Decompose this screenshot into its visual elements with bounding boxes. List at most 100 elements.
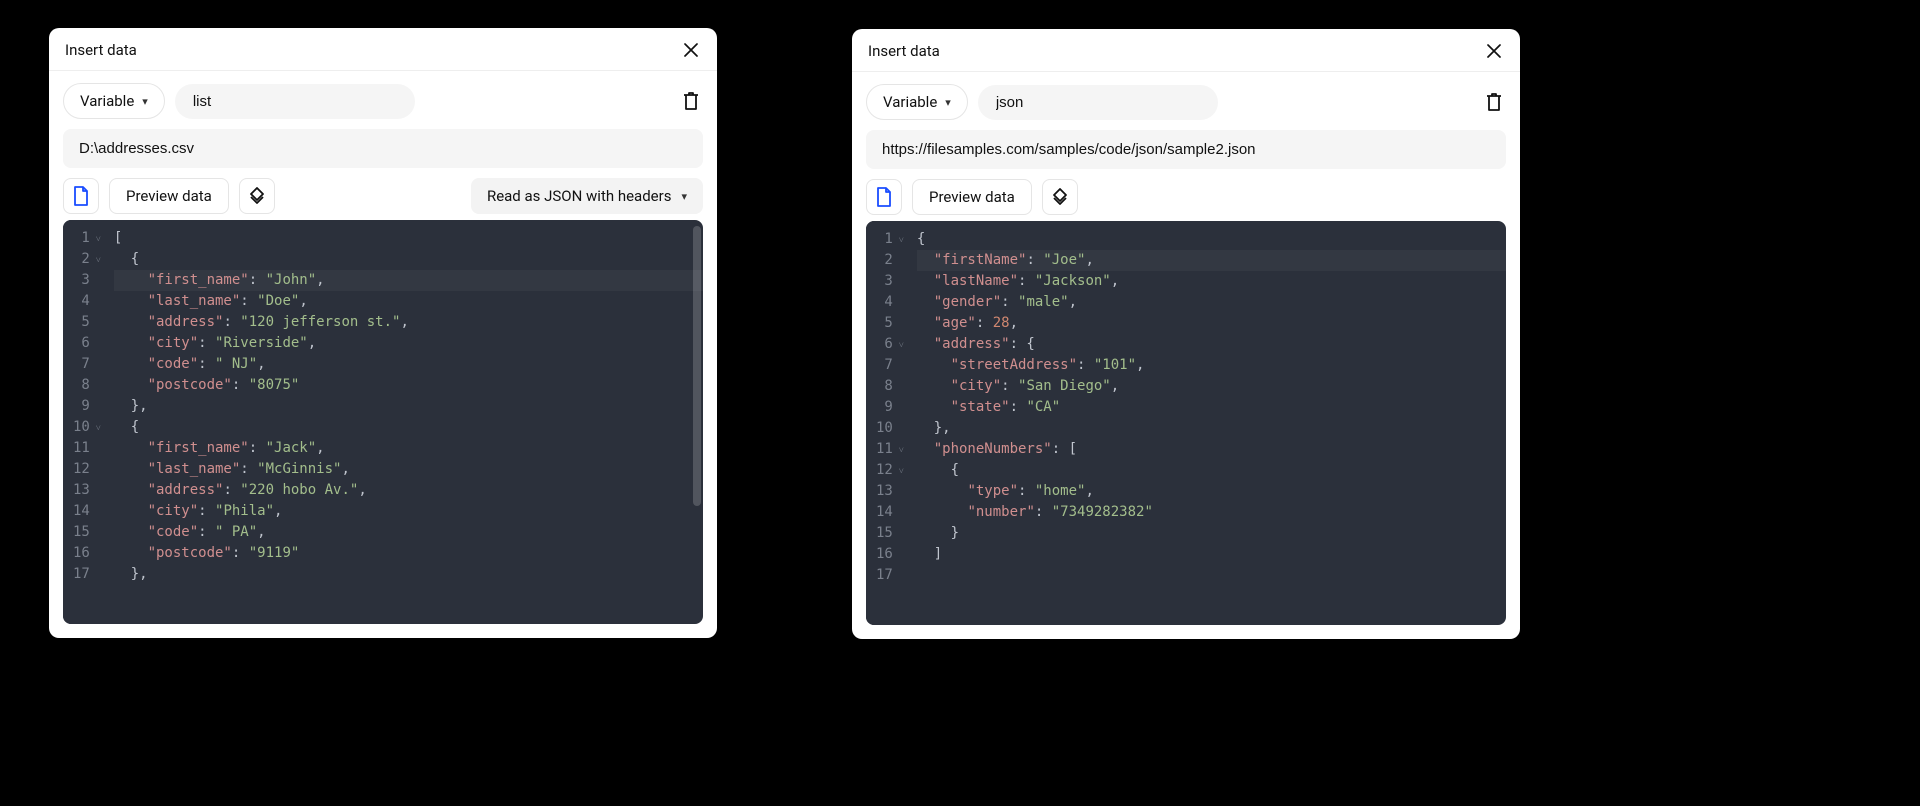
delete-button[interactable] bbox=[1482, 90, 1506, 114]
code-line[interactable]: "address": { bbox=[917, 334, 1506, 355]
code-line[interactable]: "type": "home", bbox=[917, 481, 1506, 502]
options-button[interactable] bbox=[239, 178, 275, 214]
code-line[interactable]: "age": 28, bbox=[917, 313, 1506, 334]
toolbar-row-1: Variable ▾ bbox=[866, 84, 1506, 120]
chevron-down-icon: ▾ bbox=[945, 96, 951, 109]
code-line[interactable]: "gender": "male", bbox=[917, 292, 1506, 313]
code-line[interactable]: { bbox=[114, 249, 703, 270]
code-line[interactable]: "streetAddress": "101", bbox=[917, 355, 1506, 376]
panel-title: Insert data bbox=[65, 41, 137, 59]
line-number: 16 bbox=[876, 544, 893, 565]
file-picker-button[interactable] bbox=[63, 178, 99, 214]
variable-name-input[interactable] bbox=[978, 85, 1218, 120]
code-line[interactable]: }, bbox=[114, 564, 703, 585]
code-line[interactable]: "code": " PA", bbox=[114, 522, 703, 543]
code-line[interactable]: "phoneNumbers": [ bbox=[917, 439, 1506, 460]
toolbar-row-3: Preview data bbox=[866, 179, 1506, 215]
line-number: 6 bbox=[876, 334, 893, 355]
path-input[interactable] bbox=[63, 129, 703, 168]
line-number: 9 bbox=[876, 397, 893, 418]
code-line[interactable]: } bbox=[917, 523, 1506, 544]
options-button[interactable] bbox=[1042, 179, 1078, 215]
variable-name-input[interactable] bbox=[175, 84, 415, 119]
code-line[interactable]: "address": "120 jefferson st.", bbox=[114, 312, 703, 333]
code-line[interactable]: { bbox=[917, 460, 1506, 481]
delete-button[interactable] bbox=[679, 89, 703, 113]
line-number: 7 bbox=[73, 354, 90, 375]
code-line[interactable]: "last_name": "Doe", bbox=[114, 291, 703, 312]
line-number: 13 bbox=[73, 480, 90, 501]
code-line[interactable]: }, bbox=[114, 396, 703, 417]
file-picker-button[interactable] bbox=[866, 179, 902, 215]
code-line[interactable]: "last_name": "McGinnis", bbox=[114, 459, 703, 480]
code-line[interactable]: "city": "San Diego", bbox=[917, 376, 1506, 397]
diamond-stack-icon bbox=[1050, 187, 1070, 207]
line-number: 8 bbox=[876, 376, 893, 397]
code-line[interactable]: "city": "Riverside", bbox=[114, 333, 703, 354]
line-number: 14 bbox=[876, 502, 893, 523]
line-number: 3 bbox=[876, 271, 893, 292]
preview-data-button[interactable]: Preview data bbox=[912, 179, 1032, 215]
trash-icon bbox=[1484, 91, 1504, 113]
read-as-dropdown[interactable]: Read as JSON with headers ▾ bbox=[471, 178, 703, 214]
code-line[interactable]: "code": " NJ", bbox=[114, 354, 703, 375]
line-number: 16 bbox=[73, 543, 90, 564]
file-icon bbox=[72, 186, 90, 206]
line-number: 2 bbox=[73, 249, 90, 270]
insert-data-panel-left: Insert data Variable ▾ Preview data bbox=[49, 28, 717, 638]
code-line[interactable]: "city": "Phila", bbox=[114, 501, 703, 522]
preview-data-button[interactable]: Preview data bbox=[109, 178, 229, 214]
line-number: 17 bbox=[73, 564, 90, 585]
path-input[interactable] bbox=[866, 130, 1506, 169]
scrollbar[interactable] bbox=[693, 226, 701, 506]
line-number: 6 bbox=[73, 333, 90, 354]
type-dropdown[interactable]: Variable ▾ bbox=[866, 84, 968, 120]
line-number: 11 bbox=[876, 439, 893, 460]
code-line[interactable]: }, bbox=[917, 418, 1506, 439]
code-editor[interactable]: 1234567891011121314151617 [ { "first_nam… bbox=[63, 220, 703, 624]
type-label: Variable bbox=[80, 92, 134, 110]
code-line[interactable]: "address": "220 hobo Av.", bbox=[114, 480, 703, 501]
close-button[interactable] bbox=[681, 40, 701, 60]
code-line[interactable]: "lastName": "Jackson", bbox=[917, 271, 1506, 292]
line-number: 9 bbox=[73, 396, 90, 417]
line-number: 1 bbox=[73, 228, 90, 249]
line-number: 12 bbox=[73, 459, 90, 480]
close-button[interactable] bbox=[1484, 41, 1504, 61]
line-number: 14 bbox=[73, 501, 90, 522]
code-line[interactable]: "number": "7349282382" bbox=[917, 502, 1506, 523]
code-line[interactable]: "first_name": "John", bbox=[114, 270, 703, 291]
code-line[interactable]: "firstName": "Joe", bbox=[917, 250, 1506, 271]
code-line[interactable]: { bbox=[114, 417, 703, 438]
line-number: 2 bbox=[876, 250, 893, 271]
code-line[interactable]: [ bbox=[114, 228, 703, 249]
code-content[interactable]: [ { "first_name": "John", "last_name": "… bbox=[96, 220, 703, 624]
line-number: 12 bbox=[876, 460, 893, 481]
close-icon bbox=[1487, 44, 1501, 58]
code-line[interactable]: ] bbox=[917, 544, 1506, 565]
line-number: 10 bbox=[73, 417, 90, 438]
code-line[interactable]: "first_name": "Jack", bbox=[114, 438, 703, 459]
code-line[interactable]: "postcode": "9119" bbox=[114, 543, 703, 564]
panel-header: Insert data bbox=[852, 29, 1520, 71]
code-editor[interactable]: 1234567891011121314151617 { "firstName":… bbox=[866, 221, 1506, 625]
line-gutter: 1234567891011121314151617 bbox=[866, 221, 899, 625]
line-number: 5 bbox=[876, 313, 893, 334]
type-dropdown[interactable]: Variable ▾ bbox=[63, 83, 165, 119]
line-number: 4 bbox=[876, 292, 893, 313]
code-line[interactable]: "postcode": "8075" bbox=[114, 375, 703, 396]
line-gutter: 1234567891011121314151617 bbox=[63, 220, 96, 624]
line-number: 7 bbox=[876, 355, 893, 376]
line-number: 11 bbox=[73, 438, 90, 459]
line-number: 13 bbox=[876, 481, 893, 502]
panel-header: Insert data bbox=[49, 28, 717, 70]
code-line[interactable]: { bbox=[917, 229, 1506, 250]
toolbar-row-3: Preview data Read as JSON with headers ▾ bbox=[63, 178, 703, 214]
file-icon bbox=[875, 187, 893, 207]
panel-title: Insert data bbox=[868, 42, 940, 60]
toolbar: Variable ▾ Preview data Read as JSON wit… bbox=[49, 70, 717, 220]
code-line[interactable]: "state": "CA" bbox=[917, 397, 1506, 418]
code-content[interactable]: { "firstName": "Joe", "lastName": "Jacks… bbox=[899, 221, 1506, 625]
trash-icon bbox=[681, 90, 701, 112]
close-icon bbox=[684, 43, 698, 57]
